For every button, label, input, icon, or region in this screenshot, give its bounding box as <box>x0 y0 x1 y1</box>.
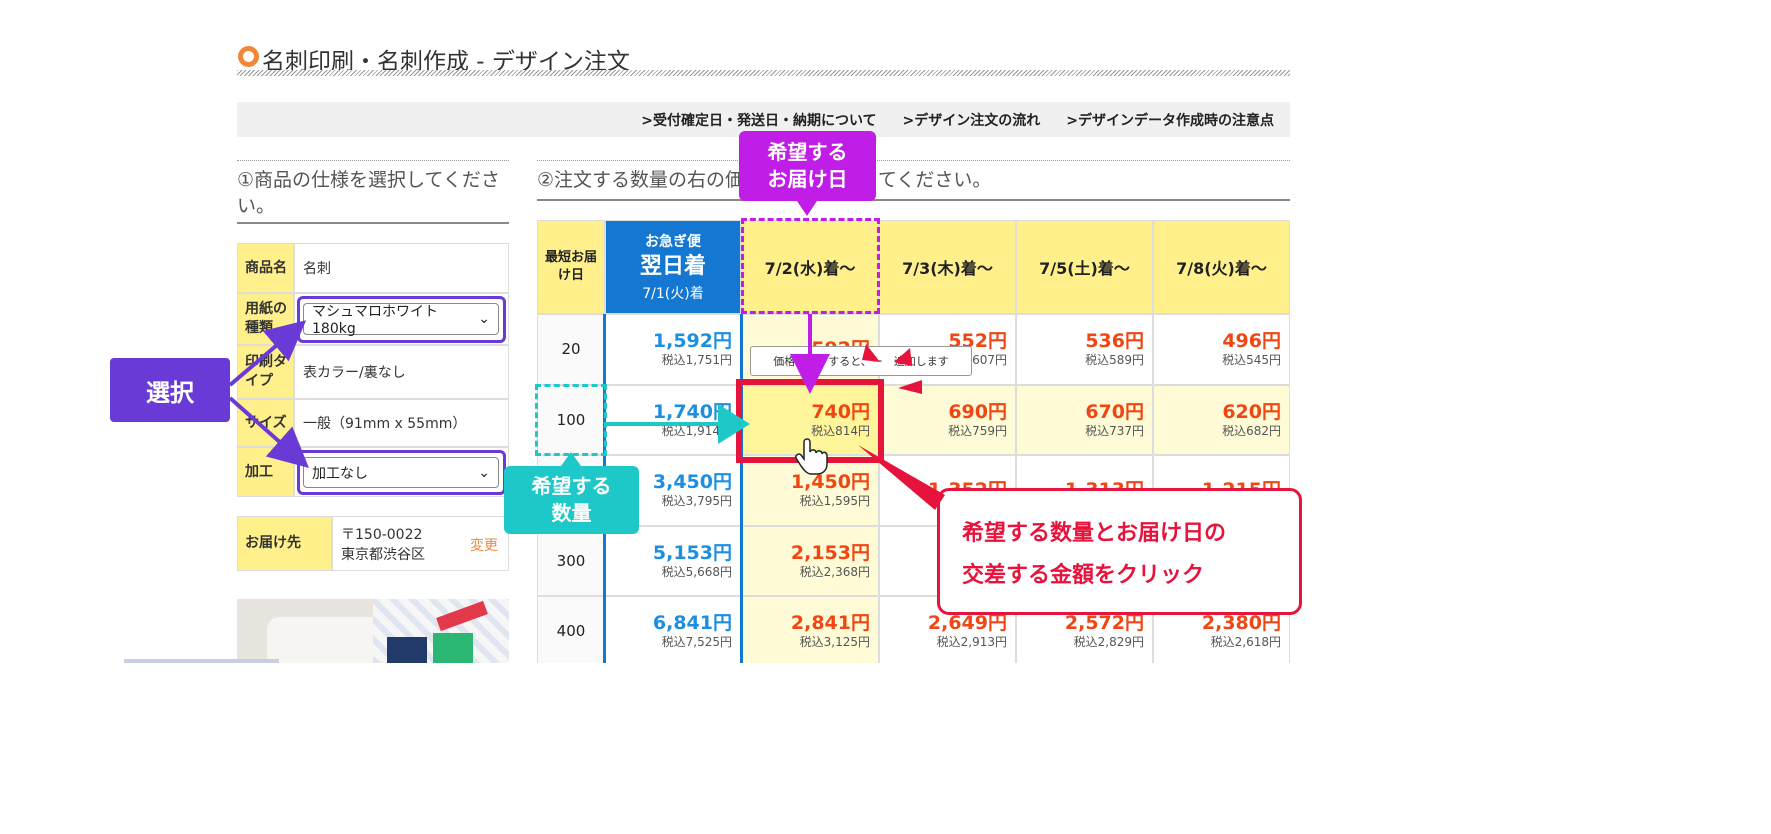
select-arrow-down <box>228 396 309 468</box>
tooltip-triangle <box>898 380 922 394</box>
tooltip-triangle <box>862 344 880 362</box>
date-callout-pointer <box>797 201 817 216</box>
instruction-pointer <box>858 445 945 510</box>
qty-callout-pointer <box>561 452 581 466</box>
hand-cursor-icon <box>795 438 828 475</box>
annotation-arrows <box>228 201 945 510</box>
tooltip-triangle <box>894 348 912 366</box>
select-arrow-up <box>228 320 307 387</box>
